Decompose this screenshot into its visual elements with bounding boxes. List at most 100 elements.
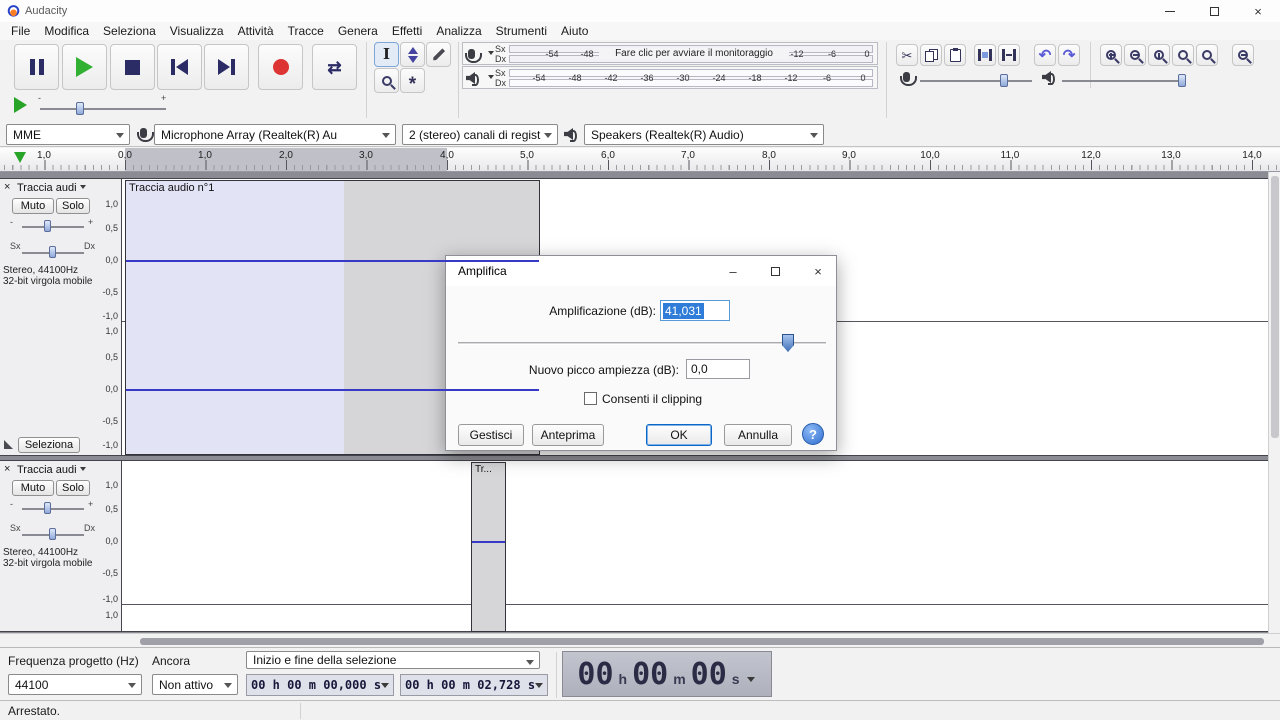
pan-slider-thumb[interactable] [49,246,56,258]
preview-button[interactable]: Anteprima [532,424,604,446]
menu-seleziona[interactable]: Seleziona [96,22,163,40]
input-device-select[interactable]: Microphone Array (Realtek(R) Au [154,124,396,145]
fit-selection-button[interactable] [1148,44,1170,66]
redo-button[interactable]: ↷ [1058,44,1080,66]
play-at-speed-button[interactable] [14,97,27,113]
dra­w-tool-button[interactable] [426,42,451,67]
track-name-menu[interactable]: Traccia audi [17,182,86,194]
play-speed-thumb[interactable] [76,102,84,115]
horizontal-scrollbar-thumb[interactable] [140,638,1264,645]
pause-button[interactable] [14,44,59,90]
meter-menu-chevron-icon[interactable] [488,51,494,58]
allow-clipping-checkbox[interactable] [584,392,597,405]
snap-select[interactable]: Non attivo [152,674,238,695]
dialog-maximize-button[interactable] [755,256,795,286]
undo-button[interactable]: ↶ [1034,44,1056,66]
menu-genera[interactable]: Genera [331,22,385,40]
loop-button[interactable]: ⇄ [312,44,357,90]
playback-volume-slider[interactable] [1062,80,1186,82]
output-device-select[interactable]: Speakers (Realtek(R) Audio) [584,124,824,145]
playback-volume-thumb[interactable] [1178,74,1186,87]
trim-audio-button[interactable] [974,44,996,66]
pan-slider-thumb[interactable] [49,528,56,540]
zoom-reset-button[interactable] [1232,44,1254,66]
manage-button[interactable]: Gestisci [458,424,524,446]
stop-button[interactable] [110,44,155,90]
amplification-slider[interactable] [458,342,826,345]
monitoring-hint[interactable]: Fare clic per avviare il monitoraggio [599,48,789,59]
mute-button[interactable]: Muto [12,480,54,496]
chevron-down-icon[interactable] [747,677,755,686]
maximize-button[interactable] [1192,0,1236,22]
menu-modifica[interactable]: Modifica [37,22,96,40]
zoom-toggle-button[interactable] [1196,44,1218,66]
track-close-button[interactable]: × [4,182,10,193]
vertical-scrollbar[interactable] [1268,172,1280,633]
copy-button[interactable] [920,44,942,66]
menu-file[interactable]: File [4,22,37,40]
track-close-button[interactable]: × [4,464,10,475]
zoom-out-button[interactable] [1124,44,1146,66]
zoom-in-button[interactable] [1100,44,1122,66]
play-button[interactable] [62,44,107,90]
recording-volume-thumb[interactable] [1000,74,1008,87]
chevron-down-icon[interactable] [535,683,543,692]
solo-button[interactable]: Solo [56,480,90,496]
amplification-input[interactable]: 41,031 [660,300,730,321]
recording-volume-slider[interactable] [920,80,1032,82]
ok-button[interactable]: OK [646,424,712,446]
fit-project-button[interactable] [1172,44,1194,66]
help-button[interactable]: ? [802,423,824,445]
new-peak-input[interactable]: 0,0 [686,359,750,379]
minimize-button[interactable] [1148,0,1192,22]
cut-button[interactable]: ✂ [896,44,918,66]
skip-to-end-button[interactable] [204,44,249,90]
chevron-down-icon[interactable] [381,683,389,692]
cancel-button[interactable]: Annulla [724,424,792,446]
collapse-track-icon[interactable] [4,440,13,449]
gain-slider[interactable] [22,226,84,228]
meter-menu-chevron-icon[interactable] [488,75,494,82]
menu-aiuto[interactable]: Aiuto [554,22,595,40]
menu-tracce[interactable]: Tracce [281,22,331,40]
project-rate-select[interactable]: 44100 [8,674,142,695]
menu-strumenti[interactable]: Strumenti [489,22,554,40]
horizontal-scrollbar[interactable] [0,633,1280,647]
audio-clip[interactable]: Tr... [471,462,506,632]
track-2[interactable]: × Traccia audi Muto Solo - + Sx Dx Stere… [0,460,1268,632]
selection-mode-select[interactable]: Inizio e fine della selezione [246,651,540,669]
dialog-close-button[interactable]: × [798,256,838,286]
selection-end-field[interactable]: 00 h 00 m 02,728 s [400,674,548,696]
selection-tool-button[interactable]: I [374,42,399,67]
playback-meter[interactable]: Sx Dx -54 -48 -42 -36 -30 -24 -18 -12 -6… [462,66,878,89]
paste-button[interactable] [944,44,966,66]
selection-start-field[interactable]: 00 h 00 m 00,000 s [246,674,394,696]
zoom-tool-button[interactable] [374,68,399,93]
multi-tool-button[interactable]: * [400,68,425,93]
menu-effetti[interactable]: Effetti [385,22,429,40]
track-name-menu[interactable]: Traccia audi [17,464,86,476]
timeline-ruler[interactable]: 1,0 0,0 1,0 2,0 3,0 4,0 5,0 6,0 7,0 8,0 … [0,148,1280,172]
mute-button[interactable]: Muto [12,198,54,214]
dialog-minimize-button[interactable]: – [713,256,753,286]
track-select-button[interactable]: Seleziona [18,437,80,453]
envelope-tool-button[interactable] [400,42,425,67]
gain-slider-thumb[interactable] [44,220,51,232]
recording-meter[interactable]: Sx Dx -54 -48 Fare clic per avviare il m… [462,42,878,65]
gain-slider[interactable] [22,508,84,510]
solo-button[interactable]: Solo [56,198,90,214]
silence-audio-button[interactable] [998,44,1020,66]
vertical-scrollbar-thumb[interactable] [1271,176,1279,438]
close-button[interactable]: × [1236,0,1280,22]
play-speed-slider[interactable] [40,108,166,110]
menu-visualizza[interactable]: Visualizza [163,22,231,40]
skip-to-start-button[interactable] [157,44,202,90]
gain-slider-thumb[interactable] [44,502,51,514]
audio-position-display[interactable]: 00 h 00 m 00 s [562,651,772,697]
record-button[interactable] [258,44,303,90]
audio-host-select[interactable]: MME [6,124,130,145]
menu-attivita[interactable]: Attività [231,22,281,40]
input-channels-select[interactable]: 2 (stereo) canali di registrazi [402,124,558,145]
amplification-slider-thumb[interactable] [782,334,794,352]
menu-analizza[interactable]: Analizza [429,22,488,40]
